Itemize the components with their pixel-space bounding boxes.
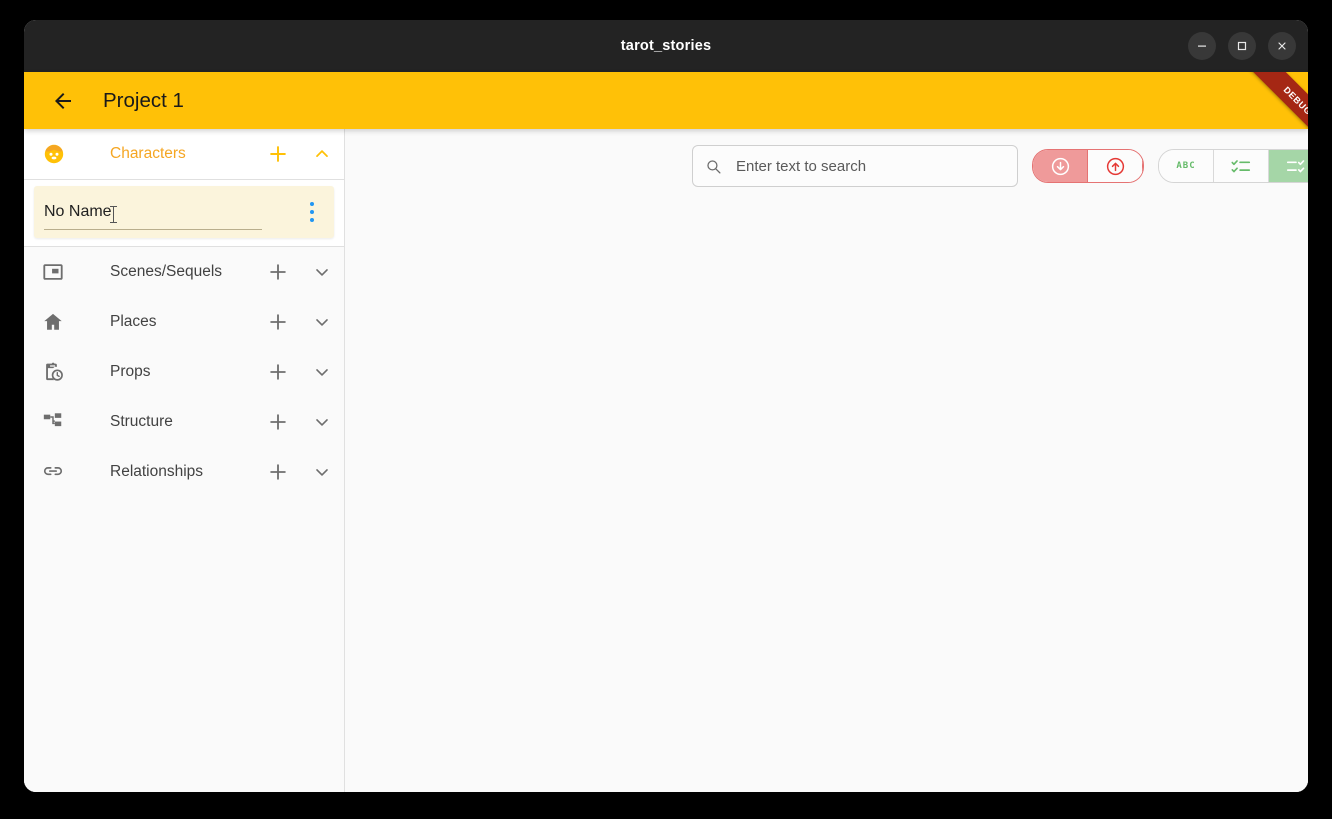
- abc-icon: ABC: [1176, 161, 1196, 171]
- sidebar-section-label: Places: [110, 313, 157, 330]
- account-tree-icon: [42, 411, 68, 433]
- minimize-button[interactable]: [1188, 32, 1216, 60]
- toolbar: ABC: [692, 145, 1308, 187]
- field-underline: [44, 228, 262, 230]
- add-prop-button[interactable]: [256, 361, 300, 383]
- sidebar-section-characters[interactable]: Characters: [24, 129, 344, 179]
- back-button[interactable]: [46, 84, 80, 118]
- plus-icon: [270, 464, 286, 480]
- sidebar-section-structure[interactable]: Structure: [24, 397, 344, 447]
- arrow-back-icon: [55, 92, 71, 109]
- expand-scenes-button[interactable]: [300, 262, 344, 282]
- debug-banner-label: DEBUG: [1236, 72, 1308, 129]
- home-icon: [42, 311, 68, 333]
- sidebar-section-places[interactable]: Places: [24, 297, 344, 347]
- maximize-button[interactable]: [1228, 32, 1256, 60]
- checklist-right-view-button[interactable]: [1269, 150, 1308, 182]
- list-item[interactable]: No Name: [34, 186, 334, 238]
- sidebar-section-label: Characters: [110, 145, 186, 162]
- sidebar-section-scenes-sequels[interactable]: Scenes/Sequels: [24, 247, 344, 297]
- arrow-circle-down-icon: [1051, 157, 1069, 175]
- pending-actions-icon: [42, 361, 68, 383]
- window-title: tarot_stories: [620, 38, 712, 54]
- expand-props-button[interactable]: [300, 362, 344, 382]
- sidebar-section-relationships[interactable]: Relationships: [24, 447, 344, 497]
- arrow-circle-up-icon: [1106, 157, 1124, 175]
- more-vert-icon: [310, 200, 314, 224]
- checklist-icon: [1286, 160, 1305, 173]
- debug-banner: DEBUG: [1209, 72, 1308, 129]
- sidebar-section-label: Structure: [110, 413, 173, 430]
- character-menu-button[interactable]: [290, 200, 334, 224]
- add-structure-button[interactable]: [256, 411, 300, 433]
- search-input[interactable]: [734, 156, 1005, 176]
- plus-icon: [270, 364, 286, 380]
- chevron-down-icon: [316, 419, 328, 426]
- plus-icon: [270, 146, 286, 162]
- plus-icon: [270, 414, 286, 430]
- plus-icon: [270, 314, 286, 330]
- checklist-rtl-icon: [1231, 160, 1251, 173]
- expand-structure-button[interactable]: [300, 412, 344, 432]
- add-scene-button[interactable]: [256, 261, 300, 283]
- chevron-up-icon: [316, 150, 328, 157]
- sidebar: Characters No Name Scenes/Sequels Places…: [24, 129, 345, 792]
- add-character-button[interactable]: [256, 143, 300, 165]
- expand-places-button[interactable]: [300, 312, 344, 332]
- window-controls: [1188, 20, 1296, 72]
- slideshow-icon: [42, 261, 68, 283]
- app-window: tarot_stories Project 1 DEBUG Characters…: [24, 20, 1308, 792]
- character-name-field[interactable]: No Name: [44, 192, 290, 232]
- sidebar-section-props[interactable]: Props: [24, 347, 344, 397]
- sort-descending-button[interactable]: [1033, 150, 1088, 182]
- chevron-down-icon: [316, 369, 328, 376]
- sort-direction-group: [1032, 149, 1144, 183]
- link-icon: [42, 461, 68, 483]
- abc-view-button[interactable]: ABC: [1159, 150, 1214, 182]
- expand-relationships-button[interactable]: [300, 462, 344, 482]
- sidebar-section-label: Scenes/Sequels: [110, 263, 223, 280]
- checklist-left-view-button[interactable]: [1214, 150, 1269, 182]
- page-title: Project 1: [103, 88, 184, 112]
- titlebar: tarot_stories: [24, 20, 1308, 72]
- sidebar-section-label: Relationships: [110, 463, 204, 480]
- chevron-down-icon: [316, 469, 328, 476]
- sort-ascending-button[interactable]: [1088, 150, 1143, 182]
- search-icon: [707, 159, 721, 174]
- character-name-value: No Name: [44, 203, 112, 220]
- main-content: ABC: [345, 129, 1308, 792]
- chevron-down-icon: [316, 269, 328, 276]
- plus-icon: [270, 264, 286, 280]
- close-button[interactable]: [1268, 32, 1296, 60]
- view-mode-group: ABC: [1158, 149, 1308, 183]
- text-cursor-icon: [109, 205, 117, 223]
- chevron-down-icon: [316, 319, 328, 326]
- sidebar-section-label: Props: [110, 363, 151, 380]
- collapse-characters-button[interactable]: [300, 144, 344, 164]
- face-icon: [42, 142, 68, 166]
- add-relationship-button[interactable]: [256, 461, 300, 483]
- search-box[interactable]: [692, 145, 1018, 187]
- app-bar: Project 1 DEBUG: [24, 72, 1308, 129]
- add-place-button[interactable]: [256, 311, 300, 333]
- body: Characters No Name Scenes/Sequels Places…: [24, 129, 1308, 792]
- characters-list: No Name: [24, 180, 344, 246]
- maximize-icon: [1237, 41, 1247, 51]
- minimize-icon: [1198, 45, 1206, 47]
- close-icon: [1278, 42, 1286, 50]
